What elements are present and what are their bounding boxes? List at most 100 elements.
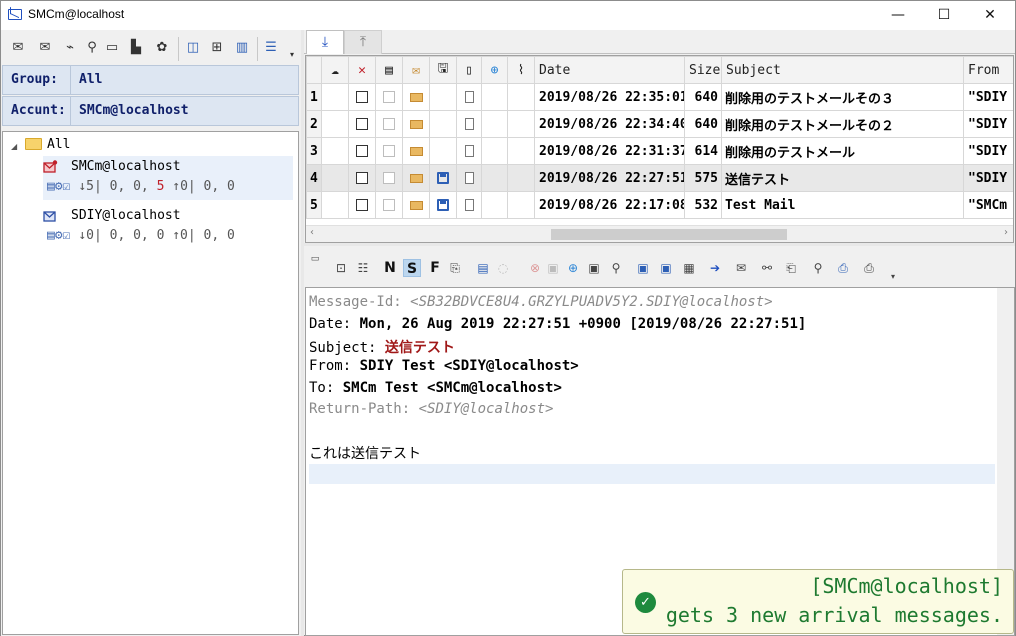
delete-checkbox[interactable]	[348, 164, 376, 192]
column-header-size[interactable]: Size	[684, 56, 722, 84]
table-row[interactable]: 1 2019/08/26 22:35:01 640 削除用のテストメールその３ "SDI…	[306, 83, 1013, 111]
table-row[interactable]: 3 2019/08/26 22:31:37 614 削除用のテストメール "SDIY	[306, 137, 1013, 165]
send-mail-icon[interactable]: ✉	[37, 40, 53, 56]
antenna-icon[interactable]: ⌁	[62, 40, 78, 56]
envelope-cell[interactable]	[402, 191, 430, 219]
reply-window-icon[interactable]: ▣	[658, 260, 674, 276]
row-number[interactable]: 2	[306, 110, 322, 138]
save-cell[interactable]	[429, 137, 457, 165]
tree-account-sdiy[interactable]: SDIY@localhost ▤⚙☑ ↓0| 0, 0, 0 ↑0| 0, 0	[43, 205, 293, 249]
tab-outbox[interactable]: ⤒	[344, 30, 382, 54]
flag-checkbox-icon[interactable]	[383, 118, 395, 130]
search-icon[interactable]: ⚲	[84, 40, 100, 56]
folder-search-icon[interactable]: ▭	[104, 40, 120, 56]
delete-checkbox[interactable]	[348, 137, 376, 165]
envelope-cell[interactable]	[402, 110, 430, 138]
table-row[interactable]: 2 2019/08/26 22:34:40 640 削除用のテストメールその２ "SDI…	[306, 110, 1013, 138]
flag-checkbox-icon[interactable]	[383, 172, 395, 184]
forward-arrow-icon[interactable]: ➔	[707, 260, 723, 276]
view-source-button[interactable]: S	[403, 259, 421, 277]
tree-expand-arrow-icon[interactable]: ◢	[11, 142, 17, 151]
toolbar-overflow-icon[interactable]: ▾	[284, 47, 300, 63]
layout-columns-icon[interactable]: ▥	[234, 40, 250, 56]
flag-checkbox-icon[interactable]	[383, 145, 395, 157]
tab-inbox[interactable]: ⤓	[306, 30, 344, 54]
flag-checkbox[interactable]	[375, 83, 403, 111]
tree-root-label[interactable]: All	[47, 137, 70, 152]
date-cell[interactable]: 2019/08/26 22:31:37	[534, 137, 685, 165]
move-mail-icon[interactable]: ✉	[733, 260, 749, 276]
globe-cell[interactable]	[481, 191, 508, 219]
from-cell[interactable]: "SMCm	[963, 191, 1013, 219]
collapse-icon[interactable]: ▭	[307, 251, 323, 267]
attachment-cell[interactable]	[507, 164, 535, 192]
group-row[interactable]: Group: All	[2, 65, 299, 95]
document-cell[interactable]	[456, 110, 482, 138]
minimize-button[interactable]: —	[875, 1, 921, 30]
from-cell[interactable]: "SDIY	[963, 110, 1013, 138]
flag-checkbox-icon[interactable]	[383, 199, 395, 211]
document-cell[interactable]	[456, 164, 482, 192]
save-cell[interactable]	[429, 164, 457, 192]
attachment-cell[interactable]	[507, 137, 535, 165]
attachment-cell[interactable]	[507, 83, 535, 111]
row-number[interactable]: 1	[306, 83, 322, 111]
row-number[interactable]: 4	[306, 164, 322, 192]
column-header-from[interactable]: From	[963, 56, 1013, 84]
column-header-list-icon[interactable]: ▤	[375, 56, 403, 84]
view-normal-button[interactable]: N	[381, 259, 399, 277]
print-preview-icon[interactable]: ⎙	[861, 260, 877, 276]
envelope-cell[interactable]	[402, 83, 430, 111]
tree-account-smcm[interactable]: SMCm@localhost ▤⚙☑ ↓5| 0, 0, 5 ↑0| 0, 0	[43, 156, 293, 200]
globe-cell[interactable]	[481, 83, 508, 111]
maximize-button[interactable]: ☐	[921, 1, 967, 30]
attachment-cell[interactable]	[507, 191, 535, 219]
delete-checkbox-icon[interactable]	[356, 145, 368, 157]
column-header-globe-icon[interactable]: ⊕	[481, 56, 508, 84]
from-cell[interactable]: "SDIY	[963, 137, 1013, 165]
fit-icon[interactable]: ⊡	[333, 260, 349, 276]
subject-cell[interactable]: 送信テスト	[721, 164, 964, 192]
column-header-delete-icon[interactable]: ✕	[348, 56, 376, 84]
globe-cell[interactable]	[481, 137, 508, 165]
web-icon[interactable]: ⊕	[565, 260, 581, 276]
subject-cell[interactable]: Test Mail	[721, 191, 964, 219]
gear-icon[interactable]: ✿	[154, 40, 170, 56]
from-cell[interactable]: "SDIY	[963, 83, 1013, 111]
delete-checkbox[interactable]	[348, 191, 376, 219]
receive-mail-icon[interactable]: ✉	[10, 40, 26, 56]
scroll-right-icon[interactable]: ›	[1004, 227, 1008, 238]
flag-checkbox-icon[interactable]	[383, 91, 395, 103]
size-cell[interactable]: 640	[684, 110, 722, 138]
subject-cell[interactable]: 削除用のテストメールその３	[721, 83, 964, 111]
column-header-date[interactable]: Date	[534, 56, 685, 84]
column-header-subject[interactable]: Subject	[721, 56, 964, 84]
new-mail-notification[interactable]: ✓ [SMCm@localhost] gets 3 new arrival me…	[622, 569, 1014, 634]
cloud-cell[interactable]	[321, 164, 349, 192]
flag-checkbox[interactable]	[375, 110, 403, 138]
save-cell[interactable]	[429, 191, 457, 219]
vertical-splitter[interactable]	[301, 30, 304, 636]
delete-checkbox[interactable]	[348, 110, 376, 138]
print-icon[interactable]: ⎙	[835, 260, 851, 276]
window-icon[interactable]: ▣	[635, 260, 651, 276]
page-setup-icon[interactable]: ▣	[586, 260, 602, 276]
subject-cell[interactable]: 削除用のテストメールその２	[721, 110, 964, 138]
row-number[interactable]: 3	[306, 137, 322, 165]
filter-icon[interactable]: ⚯	[759, 260, 775, 276]
cloud-cell[interactable]	[321, 83, 349, 111]
post-icon[interactable]: ▙	[128, 40, 144, 56]
zoom-icon[interactable]: ⚲	[810, 260, 826, 276]
table-row[interactable]: 4 2019/08/26 22:27:51 575 送信テスト "SDIY	[306, 164, 1013, 192]
document-cell[interactable]	[456, 137, 482, 165]
globe-cell[interactable]	[481, 110, 508, 138]
horizontal-splitter[interactable]	[304, 243, 1015, 246]
delete-checkbox-icon[interactable]	[356, 118, 368, 130]
archive-icon[interactable]: ▦	[681, 260, 697, 276]
save-cell[interactable]	[429, 110, 457, 138]
column-header-number[interactable]	[306, 56, 322, 84]
from-cell[interactable]: "SDIY	[963, 164, 1013, 192]
column-header-envelope-icon[interactable]: ✉	[402, 56, 430, 84]
text-view-icon[interactable]: ▤	[475, 260, 491, 276]
column-header-cloud-icon[interactable]: ☁	[321, 56, 349, 84]
